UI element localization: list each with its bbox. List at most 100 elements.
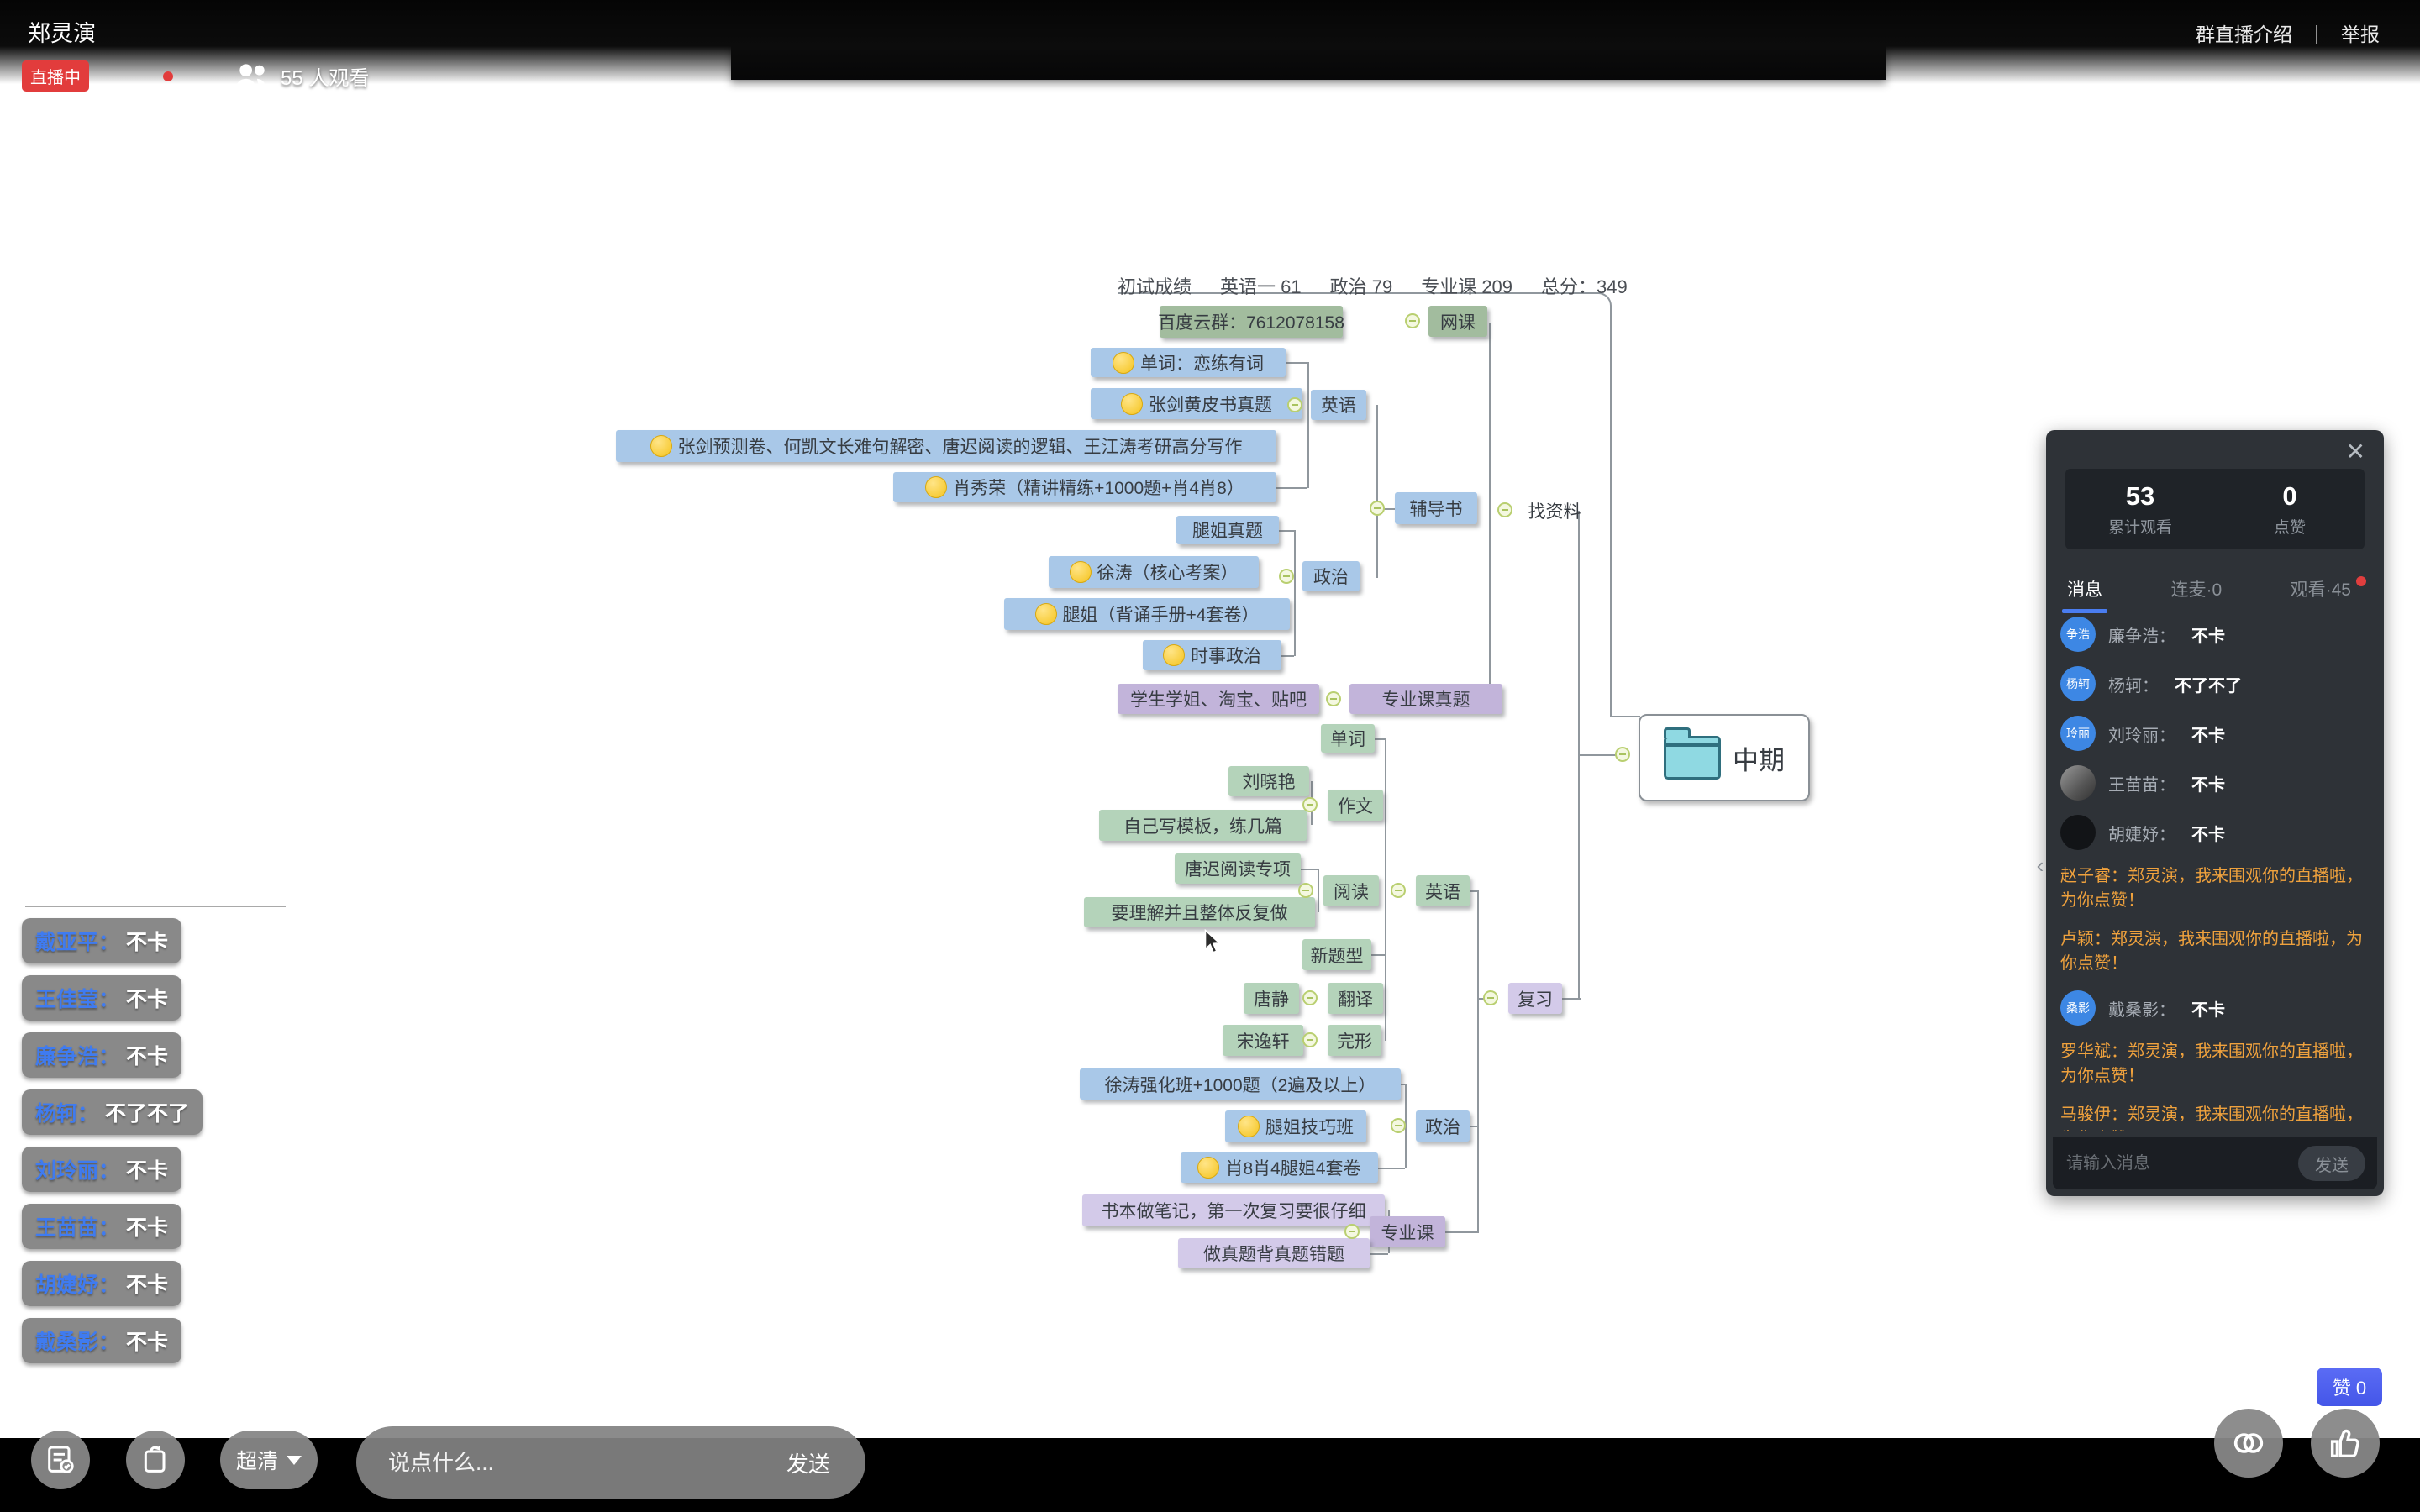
mindmap-node: 要理解并且整体反复做 — [1084, 897, 1315, 927]
connector — [1286, 362, 1307, 364]
avatar: 杨轲 — [2060, 666, 2096, 701]
mindmap-node: 英语 — [1311, 390, 1366, 420]
like-count-badge[interactable]: 赞 0 — [2317, 1368, 2382, 1406]
connector — [1470, 890, 1477, 892]
mindmap-node: 学生学姐、淘宝、贴吧 — [1118, 684, 1319, 714]
report-link[interactable]: 举报 — [2341, 18, 2380, 47]
mindmap-node: 腿姐真题 — [1176, 516, 1279, 544]
chat-input-pill: 发送 — [356, 1426, 865, 1499]
group-live-intro-link[interactable]: 群直播介绍 — [2196, 18, 2292, 47]
smiley-emoji-icon — [925, 476, 947, 498]
live-status-badge: 直播中 — [22, 60, 89, 92]
send-button[interactable]: 发送 — [781, 1446, 835, 1479]
mindmap-node: 徐涛强化班+1000题（2遍及以上） — [1080, 1068, 1401, 1100]
collapse-node-icon — [1302, 797, 1318, 812]
mindmap-node: 徐涛（核心考案） — [1049, 556, 1259, 588]
avatar: 桑影 — [2060, 990, 2096, 1026]
smiley-emoji-icon — [1121, 393, 1143, 415]
collapse-node-icon — [1344, 1224, 1360, 1239]
connector — [1281, 655, 1294, 657]
smiley-emoji-icon — [650, 435, 672, 457]
system-like-message: 马骏伊：郑灵演，我来围观你的直播啦，为你点赞！ — [2060, 1103, 2375, 1131]
tab-mic-link[interactable]: 连麦·0 — [2169, 571, 2223, 606]
header-separator: | — [2314, 22, 2319, 45]
mindmap-node: 唐静 — [1244, 983, 1299, 1014]
close-icon[interactable]: ✕ — [2341, 437, 2370, 466]
collapse-node-icon — [1405, 313, 1420, 328]
mindmap-node: 腿姐技巧班 — [1225, 1110, 1366, 1142]
mouse-cursor — [1202, 929, 1225, 954]
connector — [1376, 405, 1378, 578]
mindmap-node: 网课 — [1428, 306, 1487, 337]
connector — [1307, 362, 1309, 488]
mindmap-node: 政治 — [1416, 1110, 1470, 1142]
smiley-emoji-icon — [1070, 561, 1092, 583]
overlay-comment: 王苗苗：不卡 — [22, 1204, 182, 1249]
connector — [1279, 530, 1294, 532]
connector — [1470, 1126, 1477, 1127]
overlay-comment: 胡婕妤：不卡 — [22, 1261, 182, 1306]
collapse-node-icon — [1279, 569, 1294, 584]
panel-send-button[interactable]: 发送 — [2298, 1146, 2365, 1181]
mindmap-node: 阅读 — [1323, 875, 1379, 906]
smiley-emoji-icon — [1238, 1116, 1260, 1137]
viewers-icon — [234, 62, 271, 91]
mindmap-node: 找资料 — [1519, 497, 1590, 524]
stat-likes: 0 点赞 — [2215, 481, 2365, 538]
panel-collapse-handle[interactable]: ‹ — [2033, 840, 2047, 890]
mindmap-node: 刘晓艳 — [1228, 766, 1309, 796]
chat-message: 王苗苗：不卡 — [2060, 765, 2375, 801]
avatar — [2060, 815, 2096, 850]
rotate-screen-button[interactable] — [126, 1431, 185, 1489]
mindmap-node: 专业课 — [1370, 1216, 1445, 1247]
mic-link-button[interactable] — [2214, 1409, 2283, 1478]
mindmap-node: 百度云群：7612078158 — [1160, 306, 1343, 338]
system-like-message: 赵子睿：郑灵演，我来围观你的直播啦，为你点赞！ — [2060, 864, 2375, 913]
chat-message-list[interactable]: 争浩廉争浩：不卡 杨轲杨轲：不了不了 玲丽刘玲丽：不卡 王苗苗：不卡 胡婕妤：不… — [2060, 617, 2375, 1131]
system-like-message: 罗华斌：郑灵演，我来围观你的直播啦，为你点赞！ — [2060, 1040, 2375, 1089]
link-rings-icon — [2229, 1424, 2268, 1462]
collapse-node-icon — [1615, 747, 1630, 762]
quality-selector[interactable]: 超清 — [220, 1431, 318, 1489]
panel-message-input[interactable] — [2065, 1153, 2298, 1174]
folder-icon — [1664, 736, 1721, 780]
collapse-node-icon — [1298, 883, 1313, 898]
exam-score-line: 初试成绩 英语一 61 政治 79 专业课 209 总分：349 — [1118, 272, 1628, 299]
mindmap-node: 时事政治 — [1143, 640, 1281, 670]
overlay-comment: 廉争浩：不卡 — [22, 1032, 182, 1078]
document-check-icon — [44, 1443, 77, 1477]
chat-message: 桑影戴桑影：不卡 — [2060, 990, 2375, 1026]
collapse-node-icon — [1302, 990, 1318, 1005]
mindmap-node: 英语 — [1416, 875, 1470, 906]
chat-message: 玲丽刘玲丽：不卡 — [2060, 716, 2375, 751]
live-record-notes-button[interactable] — [31, 1431, 90, 1489]
mindmap-node: 政治 — [1302, 561, 1360, 591]
panel-input-bar: 发送 — [2053, 1137, 2377, 1189]
connector — [1318, 869, 1319, 912]
mindmap-node: 肖8肖4腿姐4套卷 — [1181, 1152, 1378, 1183]
chat-panel: ‹ ✕ 53 累计观看 0 点赞 消息 连麦·0 观看·45 争浩廉争浩：不卡 … — [2046, 430, 2384, 1196]
stat-total-viewers: 53 累计观看 — [2065, 481, 2215, 538]
chevron-down-icon — [287, 1456, 302, 1465]
mindmap-node: 单词：恋练有词 — [1091, 348, 1286, 377]
connector — [1371, 954, 1385, 956]
collapse-node-icon — [1497, 502, 1512, 517]
connector — [1385, 738, 1386, 1041]
panel-tabs: 消息 连麦·0 观看·45 — [2065, 571, 2365, 606]
mindmap-node: 复习 — [1508, 983, 1562, 1014]
thumbs-up-icon — [2326, 1424, 2365, 1462]
connector — [1294, 530, 1296, 656]
tab-messages[interactable]: 消息 — [2065, 571, 2104, 606]
connector — [1375, 738, 1385, 740]
mindmap-node: 新题型 — [1302, 939, 1371, 970]
connector — [1276, 487, 1307, 489]
say-something-input[interactable] — [387, 1449, 781, 1477]
mindmap-node: 专业课真题 — [1349, 684, 1502, 714]
tab-watching[interactable]: 观看·45 — [2289, 571, 2353, 606]
connector — [1370, 1253, 1388, 1255]
collapse-node-icon — [1391, 883, 1406, 898]
avatar — [2060, 765, 2096, 801]
like-thumb-button[interactable] — [2311, 1409, 2380, 1478]
mindmap-node: 完形 — [1328, 1025, 1381, 1056]
connector — [1401, 1084, 1405, 1085]
